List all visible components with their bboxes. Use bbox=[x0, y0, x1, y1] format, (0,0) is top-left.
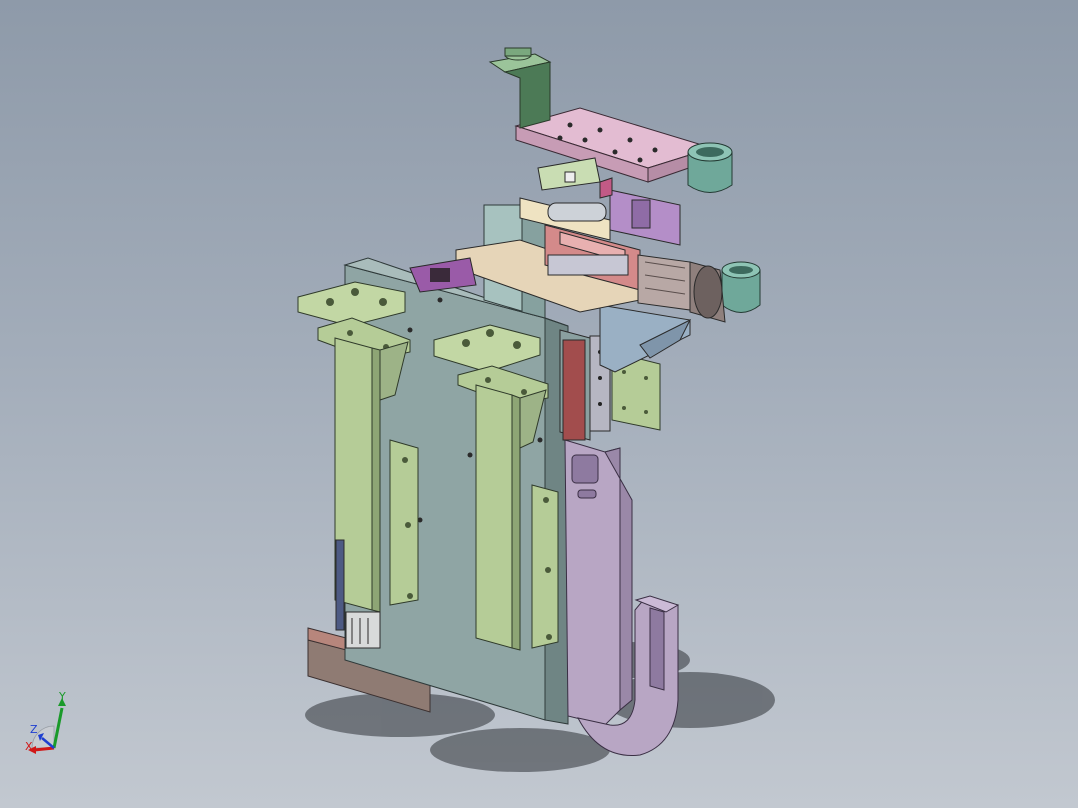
lavender-hook-arm[interactable] bbox=[564, 439, 680, 757]
servo-motor[interactable] bbox=[637, 254, 726, 323]
cad-viewport[interactable]: Y Z X bbox=[0, 0, 1078, 808]
y-axis-arrow bbox=[52, 707, 64, 749]
cylinder-sleeve-top[interactable] bbox=[687, 142, 733, 193]
x-axis-label: X bbox=[25, 740, 33, 753]
z-axis-label: Z bbox=[30, 723, 38, 736]
x-axis-arrow bbox=[33, 746, 55, 752]
cylinder-sleeve-bottom[interactable] bbox=[721, 261, 761, 313]
y-axis-label: Y bbox=[59, 690, 66, 703]
top-green-bracket[interactable] bbox=[488, 47, 552, 129]
assembly-model[interactable] bbox=[0, 0, 1078, 808]
